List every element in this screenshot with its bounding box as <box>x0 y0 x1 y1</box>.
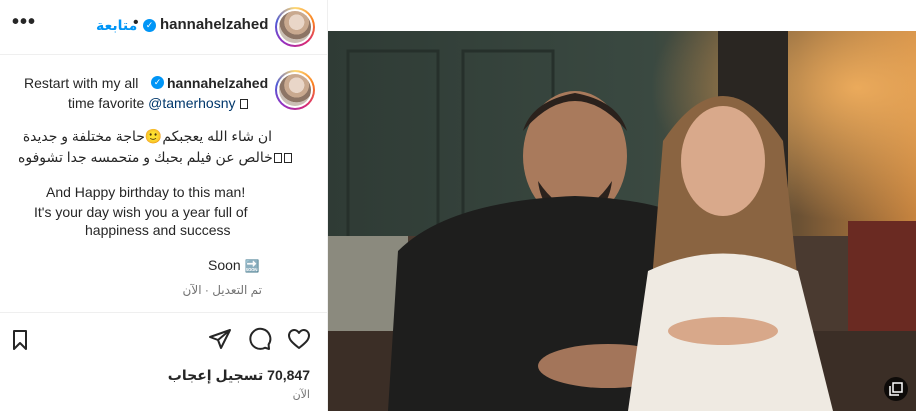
caption-username[interactable]: hannahelzahed <box>167 74 268 92</box>
mention-link[interactable]: @tamerhosny <box>148 95 235 111</box>
gallery-icon[interactable] <box>884 377 908 401</box>
comment-icon[interactable] <box>248 327 272 351</box>
caption-arabic-2-wrap: خالص عن فيلم بحبك و متحمسه جدا تشوفوه <box>18 148 293 166</box>
heart-icon[interactable] <box>287 327 311 351</box>
caption-arabic-1: ان شاء الله يعجبكم🙂حاجة مختلفة و جديدة <box>22 128 272 144</box>
caption-english-1: And Happy birthday to this man! <box>46 184 246 200</box>
caption-english-3: happiness and success <box>85 222 231 238</box>
verified-badge-icon: ✓ <box>151 76 164 89</box>
caption-line-1: Restart with my all <box>24 74 138 92</box>
caption-line-2: time favorite @tamerhosny <box>68 94 249 112</box>
action-bar <box>0 312 328 364</box>
soon-emoji: 🔜 <box>244 259 260 273</box>
post-photo[interactable] <box>328 31 916 411</box>
caption-text-2: time favorite <box>68 95 145 111</box>
caption: Restart with my all ✓ hannahelzahed time… <box>0 0 328 300</box>
missing-glyph-icon <box>283 153 292 163</box>
edited-label: تم التعديل · الآن <box>182 283 262 297</box>
missing-glyph-icon <box>240 99 249 109</box>
likes-label: تسجيل إعجاب <box>167 367 264 383</box>
post-timestamp: الآن <box>292 389 310 401</box>
likes-number: 70,847 <box>267 367 310 383</box>
caption-english-2: It's your day wish you a year full of <box>34 204 248 220</box>
post-info-column: ••• متابعة • ✓ hannahelzahed Restart wit… <box>0 0 328 411</box>
caption-arabic-2: خالص عن فيلم بحبك و متحمسه جدا تشوفوه <box>18 149 273 165</box>
caption-soon: Soon 🔜 <box>208 256 260 275</box>
caption-text-1: Restart with my all <box>24 75 139 91</box>
likes-count[interactable]: 70,847 تسجيل إعجاب <box>168 367 310 384</box>
photo-illustration <box>328 31 916 411</box>
missing-glyph-icon <box>273 153 282 163</box>
soon-text: Soon <box>208 257 241 273</box>
caption-avatar[interactable] <box>275 70 315 110</box>
share-icon[interactable] <box>208 327 232 351</box>
bookmark-icon[interactable] <box>8 328 32 352</box>
